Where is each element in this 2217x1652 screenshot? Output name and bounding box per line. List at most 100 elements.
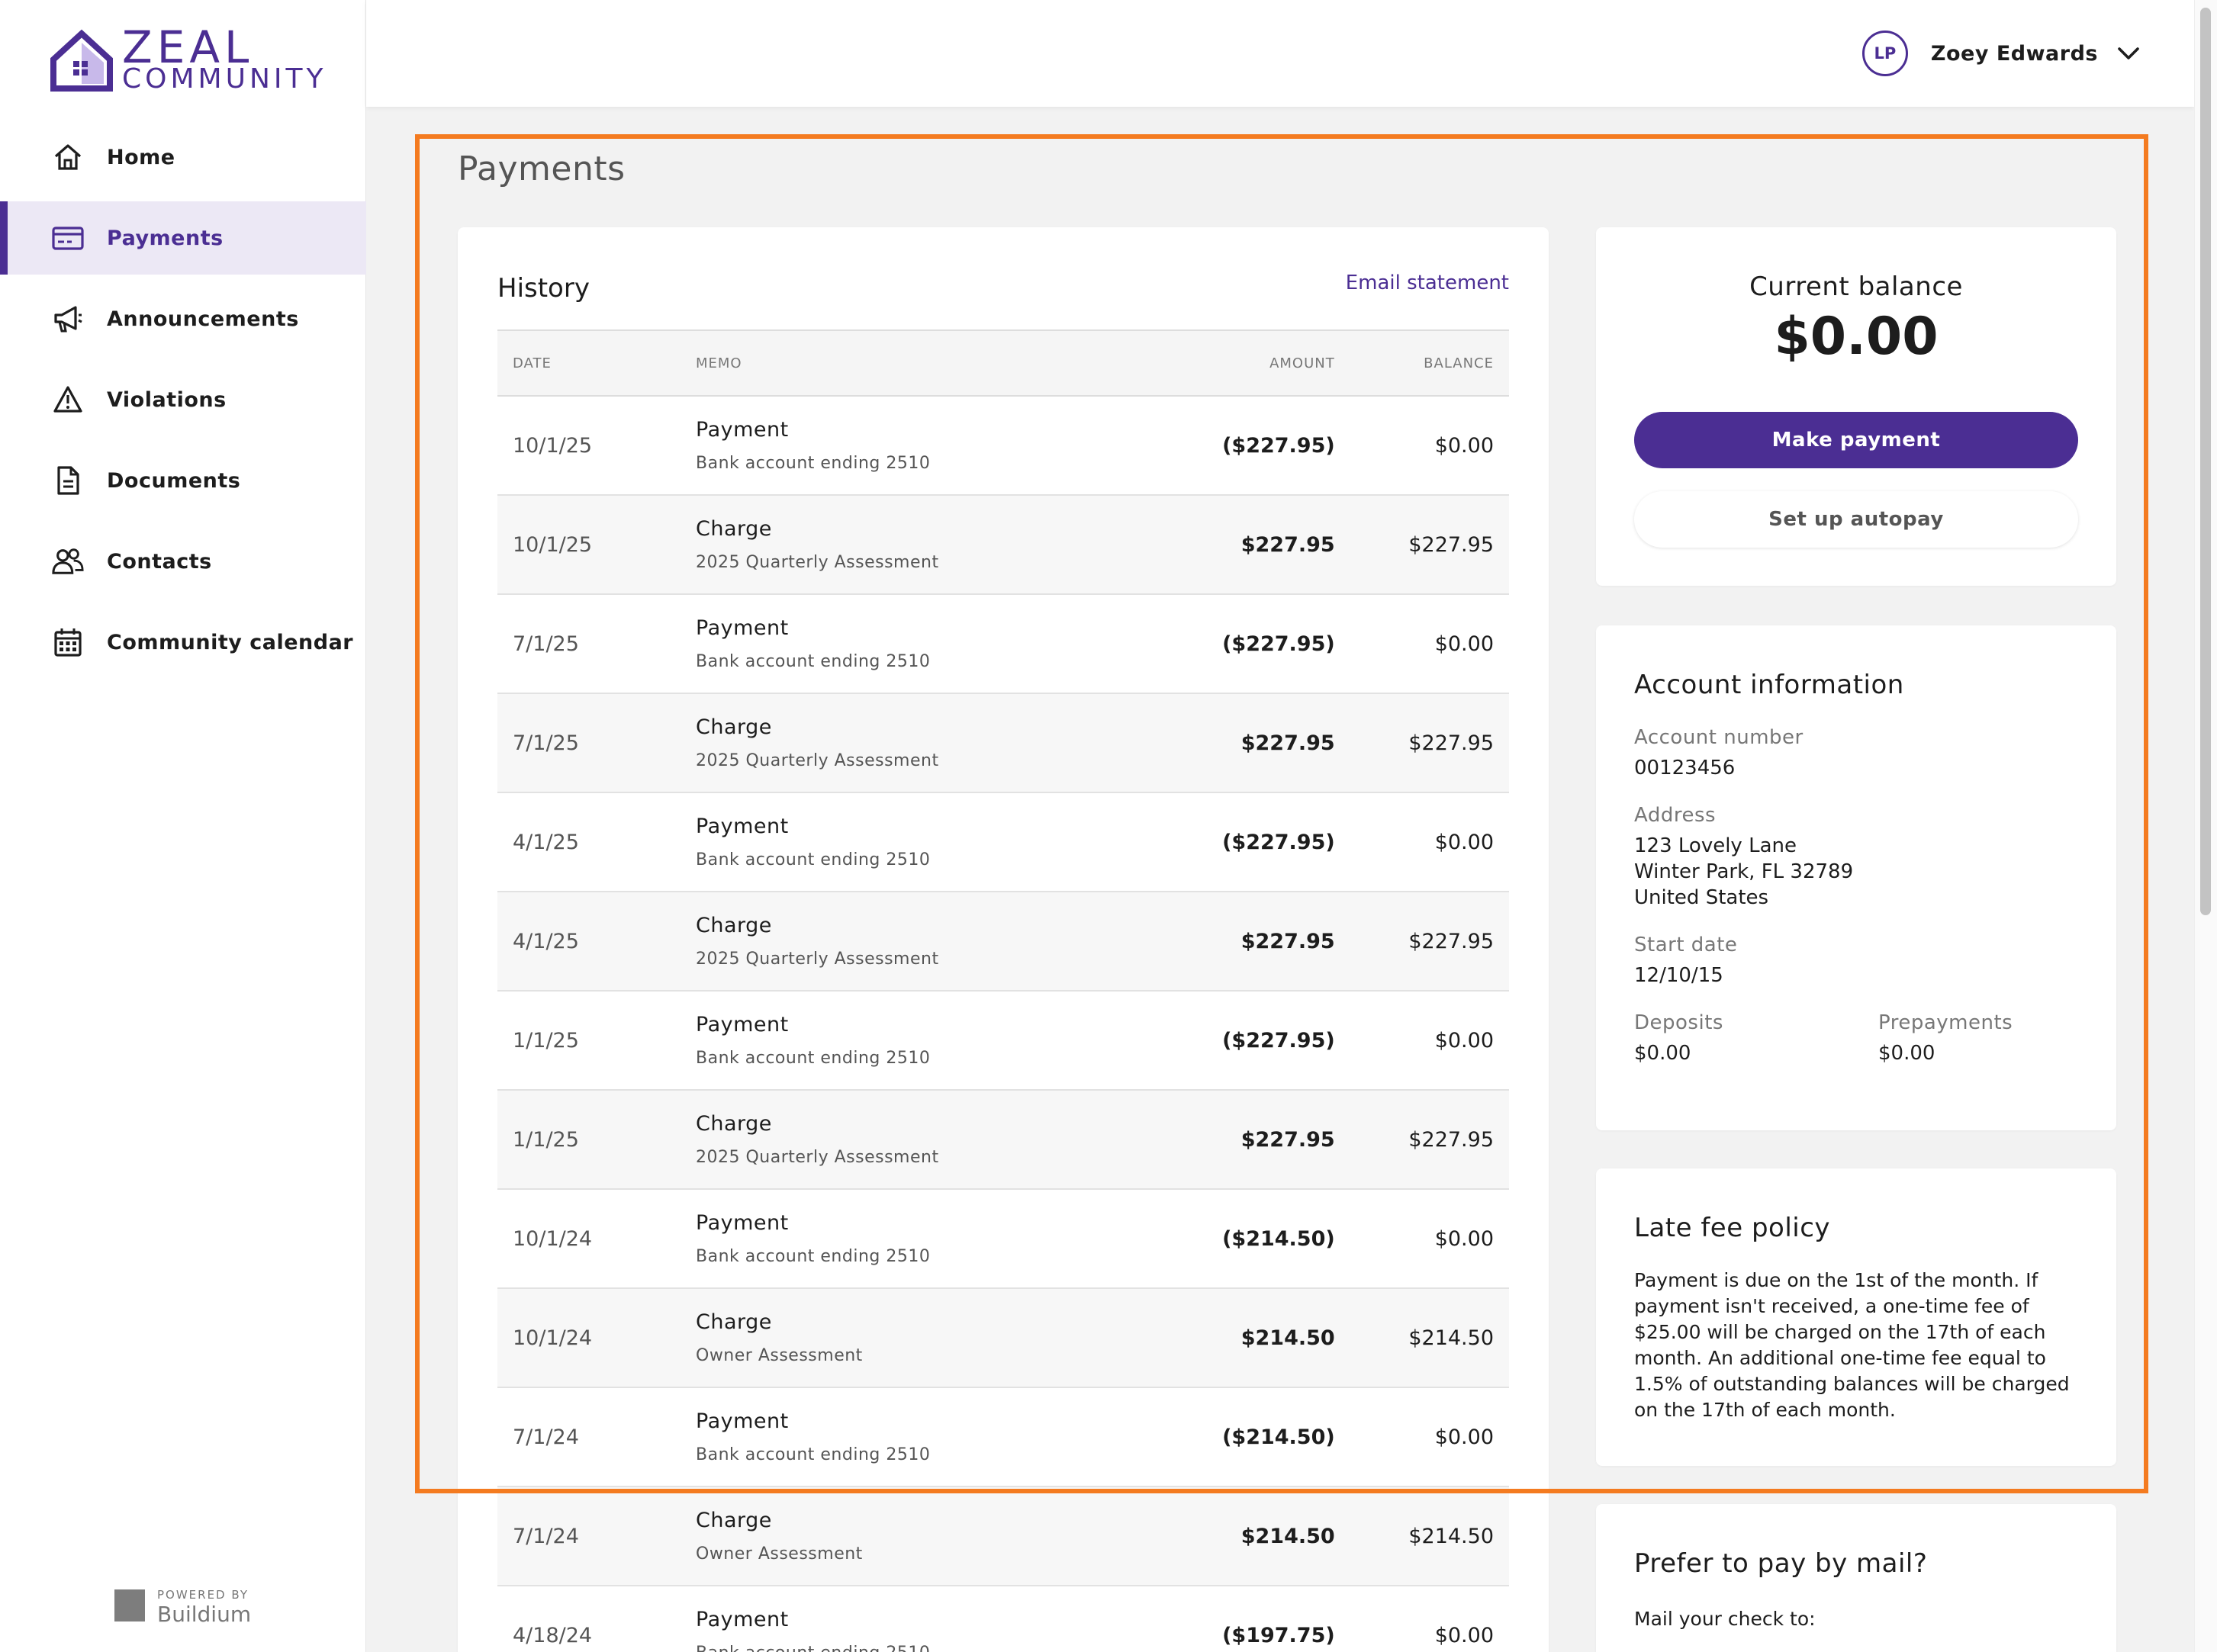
row-memo-title: Charge (696, 914, 772, 937)
row-amount: ($227.95) (1222, 830, 1335, 854)
table-header-row: DATE MEMO AMOUNT BALANCE (497, 330, 1509, 396)
scrollbar-thumb[interactable] (2200, 8, 2211, 915)
row-date: 1/1/25 (513, 1127, 579, 1152)
row-balance: $0.00 (1434, 1425, 1494, 1449)
chevron-down-icon (2116, 41, 2141, 66)
sidebar-item-label: Violations (107, 387, 227, 412)
table-row: 1/1/25 Charge 2025 Quarterly Assessment $22… (497, 1090, 1509, 1189)
row-memo: Payment Bank account ending 2510 (681, 792, 1154, 892)
pay-by-mail-card: Prefer to pay by mail? Mail your check t… (1596, 1504, 2116, 1652)
table-row: 4/18/24 Payment Bank account ending 2510 ($… (497, 1586, 1509, 1652)
row-date: 10/1/25 (513, 433, 593, 458)
row-memo: Payment Bank account ending 2510 (681, 594, 1154, 693)
deposits-value: $0.00 (1634, 1042, 1691, 1065)
row-memo: Payment Bank account ending 2510 (681, 991, 1154, 1090)
history-card: History Email statement DATE MEMO AMOUNT… (458, 227, 1549, 1652)
row-memo-detail: Bank account ending 2510 (696, 850, 931, 869)
sidebar-item-community-calendar[interactable]: Community calendar (0, 606, 366, 679)
account-information-title: Account information (1634, 670, 1904, 700)
document-icon (52, 464, 84, 497)
row-memo: Payment Bank account ending 2510 (681, 1189, 1154, 1288)
pay-by-mail-title: Prefer to pay by mail? (1634, 1548, 1928, 1579)
sidebar-item-label: Community calendar (107, 630, 354, 654)
row-balance: $0.00 (1434, 1226, 1494, 1251)
logo-text-bottom: COMMUNITY (122, 63, 327, 95)
row-memo-title: Payment (696, 1013, 789, 1037)
table-row: 7/1/25 Charge 2025 Quarterly Assessment $22… (497, 693, 1509, 792)
row-date: 10/1/25 (513, 532, 593, 557)
table-row: 10/1/24 Charge Owner Assessment $214.50 $214… (497, 1288, 1509, 1387)
row-amount: $227.95 (1240, 1127, 1335, 1152)
row-memo: Payment Bank account ending 2510 (681, 1387, 1154, 1486)
row-amount: $227.95 (1240, 929, 1335, 953)
row-amount: $227.95 (1240, 532, 1335, 557)
row-date: 7/1/25 (513, 632, 579, 656)
set-up-autopay-button[interactable]: Set up autopay (1634, 491, 2078, 548)
email-statement-link[interactable]: Email statement (1346, 272, 1509, 294)
sidebar-item-documents[interactable]: Documents (0, 444, 366, 517)
column-header-balance: BALANCE (1424, 355, 1494, 371)
make-payment-button[interactable]: Make payment (1634, 412, 2078, 468)
row-memo-detail: 2025 Quarterly Assessment (696, 1148, 939, 1167)
late-fee-policy-card: Late fee policy Payment is due on the 1s… (1596, 1168, 2116, 1466)
account-number-value: 00123456 (1634, 757, 1736, 779)
sidebar-item-label: Payments (107, 226, 224, 250)
powered-by-label: POWERED BY (157, 1588, 249, 1602)
row-memo: Payment Bank account ending 2510 (681, 1586, 1154, 1652)
sidebar-item-violations[interactable]: Violations (0, 363, 366, 436)
row-memo-title: Charge (696, 1310, 772, 1334)
row-memo-detail: 2025 Quarterly Assessment (696, 553, 939, 572)
start-date-label: Start date (1634, 934, 1738, 956)
sidebar-item-label: Home (107, 145, 175, 169)
row-memo-title: Payment (696, 1608, 789, 1631)
row-memo: Charge 2025 Quarterly Assessment (681, 1090, 1154, 1189)
page-title: Payments (458, 149, 626, 188)
row-date: 1/1/25 (513, 1028, 579, 1053)
contacts-icon (52, 545, 84, 577)
sidebar-nav: Home Payments Announcements Violations D… (0, 121, 366, 686)
scrollbar[interactable] (2194, 0, 2217, 1652)
sidebar-item-payments[interactable]: Payments (0, 201, 366, 275)
row-memo-detail: Bank account ending 2510 (696, 652, 931, 671)
row-date: 4/18/24 (513, 1623, 593, 1647)
row-amount: ($197.75) (1222, 1623, 1335, 1647)
row-amount: ($227.95) (1222, 433, 1335, 458)
row-memo-detail: Owner Assessment (696, 1346, 863, 1365)
row-memo: Charge 2025 Quarterly Assessment (681, 892, 1154, 991)
row-memo-detail: Bank account ending 2510 (696, 1445, 931, 1464)
row-memo-detail: Bank account ending 2510 (696, 1644, 1138, 1652)
deposits-label: Deposits (1634, 1011, 1723, 1034)
row-memo-title: Charge (696, 1112, 772, 1136)
account-number-label: Account number (1634, 726, 1804, 749)
row-balance: $227.95 (1408, 532, 1494, 557)
sidebar-item-label: Contacts (107, 549, 212, 574)
row-memo-title: Payment (696, 616, 789, 640)
account-information-card: Account information Account number 00123… (1596, 625, 2116, 1130)
row-memo-detail: Bank account ending 2510 (696, 1247, 931, 1266)
row-date: 4/1/25 (513, 830, 579, 854)
table-row: 7/1/25 Payment Bank account ending 2510 ($2… (497, 594, 1509, 693)
powered-by-buildium[interactable]: POWERED BY Buildium (114, 1586, 267, 1627)
megaphone-icon (52, 303, 84, 335)
row-memo-title: Payment (696, 1211, 789, 1235)
row-memo-detail: Bank account ending 2510 (696, 454, 931, 473)
start-date-value: 12/10/15 (1634, 964, 1723, 987)
warning-icon (52, 384, 84, 416)
pay-by-mail-text: Mail your check to: (1634, 1608, 1816, 1630)
user-menu[interactable]: LP Zoey Edwards (1861, 29, 2141, 78)
row-memo: Charge Owner Assessment (681, 1288, 1154, 1387)
row-memo-title: Payment (696, 1409, 789, 1433)
column-header-memo: MEMO (696, 355, 742, 371)
current-balance-card: Current balance $0.00 Make payment Set u… (1596, 227, 2116, 586)
sidebar: ZEAL COMMUNITY Home Payments Announcemen… (0, 0, 366, 1652)
sidebar-item-announcements[interactable]: Announcements (0, 282, 366, 355)
row-memo: Payment Bank account ending 2510 (681, 396, 1154, 495)
sidebar-item-contacts[interactable]: Contacts (0, 525, 366, 598)
row-amount: ($227.95) (1222, 632, 1335, 656)
sidebar-item-home[interactable]: Home (0, 121, 366, 194)
zeal-community-logo[interactable]: ZEAL COMMUNITY (50, 24, 327, 95)
calendar-icon (52, 626, 84, 658)
row-memo-title: Charge (696, 517, 772, 541)
buildium-logo-icon (114, 1589, 145, 1621)
row-memo: Charge 2025 Quarterly Assessment (681, 693, 1154, 792)
